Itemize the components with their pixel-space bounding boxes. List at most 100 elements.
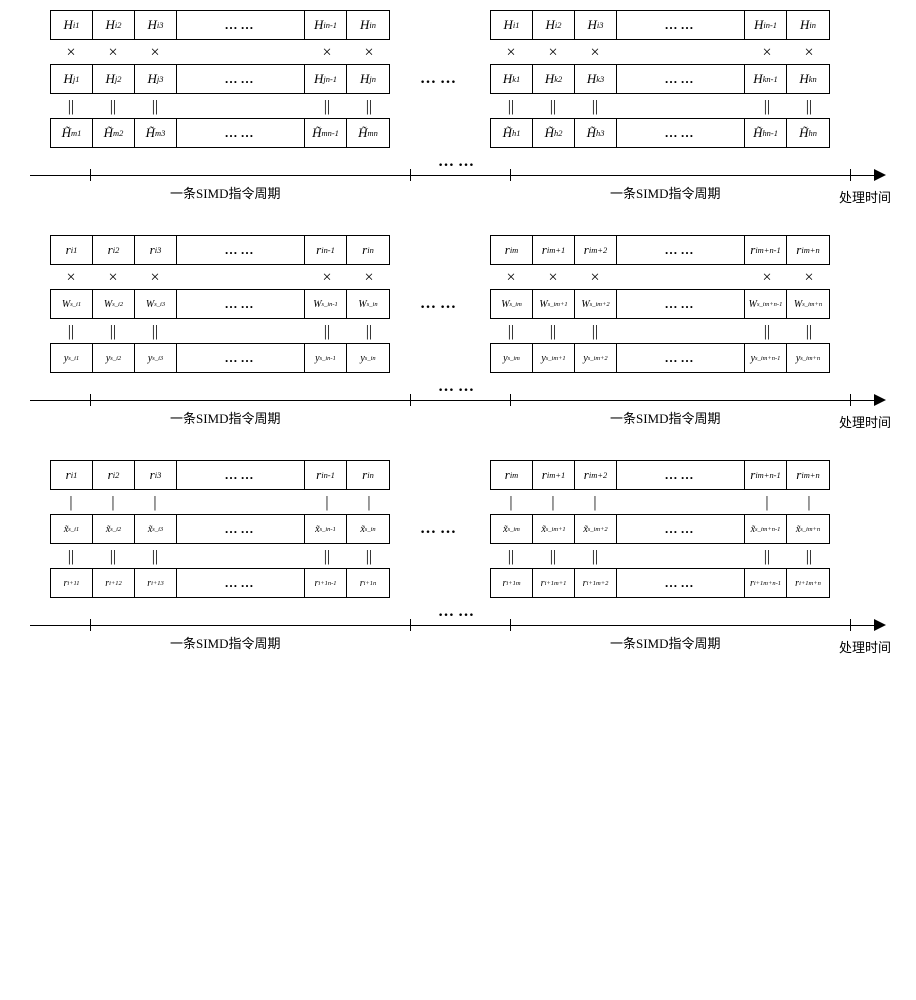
data-cell: ri+13 <box>135 569 177 597</box>
data-cell: Hkn <box>787 65 829 93</box>
axis-label: 处理时间 <box>839 187 891 206</box>
data-cell: rin-1 <box>305 236 347 264</box>
operator-symbol: || <box>92 548 134 566</box>
operator-row: ××××× <box>50 42 390 64</box>
operator-symbol: || <box>788 323 830 341</box>
dots-cell: …… <box>617 290 745 318</box>
data-cell: x̃s_in-1 <box>305 515 347 543</box>
data-cell: Ws_im+2 <box>575 290 617 318</box>
row-pair: Hi1Hi2Hi3……Hin-1Hin×××××Hj1Hj2Hj3……Hjn-1… <box>10 10 906 150</box>
operator-symbol: || <box>574 98 616 116</box>
data-cell: Hk2 <box>533 65 575 93</box>
data-cell: Hi2 <box>533 11 575 39</box>
block-right: Hi1Hi2Hi3……Hin-1Hin×××××Hk1Hk2Hk3……Hkn-1… <box>490 10 830 150</box>
timeline-line <box>30 175 876 176</box>
block-left: ri1ri2ri3……rin-1rin|||||x̃s_i1x̃s_i2x̃s_… <box>50 460 390 600</box>
timeline-tick <box>850 169 851 181</box>
timeline-line <box>30 625 876 626</box>
operator-row: ××××× <box>50 267 390 289</box>
data-cell: rin <box>347 461 389 489</box>
data-row: rimrim+1rim+2……rim+n-1rim+n <box>490 460 830 490</box>
data-cell: x̃s_im+n-1 <box>745 515 787 543</box>
data-cell: H̃m2 <box>93 119 135 147</box>
dots-cell: …… <box>617 11 745 39</box>
dots-cell: …… <box>177 344 305 372</box>
operator-symbol: × <box>490 269 532 287</box>
operator-symbol: || <box>134 323 176 341</box>
dots-cell: …… <box>617 119 745 147</box>
section-0: Hi1Hi2Hi3……Hin-1Hin×××××Hj1Hj2Hj3……Hjn-1… <box>10 10 906 195</box>
data-cell: Hi2 <box>93 11 135 39</box>
data-cell: rim+1 <box>533 236 575 264</box>
operator-row: |||||||||| <box>50 96 390 118</box>
data-cell: Hin-1 <box>745 11 787 39</box>
data-row: ri1ri2ri3……rin-1rin <box>50 235 390 265</box>
operator-row: |||||||||| <box>490 96 830 118</box>
axis-label: 处理时间 <box>839 412 891 431</box>
block-right: rimrim+1rim+2……rim+n-1rim+n|||||x̃s_imx̃… <box>490 460 830 600</box>
operator-symbol: × <box>574 269 616 287</box>
data-cell: rim+1 <box>533 461 575 489</box>
data-cell: H̃m1 <box>51 119 93 147</box>
operator-symbol: × <box>50 44 92 62</box>
data-cell: Ws_im+n-1 <box>745 290 787 318</box>
data-row: Hj1Hj2Hj3……Hjn-1Hjn <box>50 64 390 94</box>
data-cell: ys_im <box>491 344 533 372</box>
operator-symbol: || <box>490 323 532 341</box>
operator-symbol: || <box>134 98 176 116</box>
operator-symbol: || <box>348 98 390 116</box>
data-cell: ri+1m+2 <box>575 569 617 597</box>
operator-row: ××××× <box>490 42 830 64</box>
block-left: ri1ri2ri3……rin-1rin×××××Ws_i1Ws_i2Ws_i3…… <box>50 235 390 375</box>
data-cell: Hi3 <box>135 11 177 39</box>
data-cell: x̃s_im+n <box>787 515 829 543</box>
dots-cell: …… <box>177 119 305 147</box>
data-cell: ri+1m <box>491 569 533 597</box>
arrow-icon <box>874 619 886 631</box>
operator-symbol: | <box>306 494 348 512</box>
operator-symbol: || <box>348 323 390 341</box>
data-cell: ys_im+1 <box>533 344 575 372</box>
data-cell: ri+12 <box>93 569 135 597</box>
operator-symbol: × <box>306 269 348 287</box>
data-cell: rim <box>491 236 533 264</box>
operator-symbol: || <box>532 98 574 116</box>
data-cell: x̃s_i1 <box>51 515 93 543</box>
operator-symbol: || <box>574 323 616 341</box>
operator-symbol: || <box>746 548 788 566</box>
data-cell: Ws_in <box>347 290 389 318</box>
data-cell: Hk1 <box>491 65 533 93</box>
data-cell: x̃s_i3 <box>135 515 177 543</box>
data-cell: ri+1m+1 <box>533 569 575 597</box>
operator-symbol: × <box>134 269 176 287</box>
data-cell: x̃s_in <box>347 515 389 543</box>
dots-cell: …… <box>177 461 305 489</box>
operator-symbol: × <box>532 269 574 287</box>
data-cell: rin-1 <box>305 461 347 489</box>
operator-symbol: || <box>788 98 830 116</box>
operator-symbol: × <box>92 44 134 62</box>
data-cell: Hj1 <box>51 65 93 93</box>
timeline: …… 一条SIMD指令周期 一条SIMD指令周期 处理时间 <box>30 390 886 420</box>
data-cell: rim+2 <box>575 236 617 264</box>
timeline: …… 一条SIMD指令周期 一条SIMD指令周期 处理时间 <box>30 165 886 195</box>
data-cell: rim+n <box>787 236 829 264</box>
data-cell: Ws_i1 <box>51 290 93 318</box>
data-cell: ys_i1 <box>51 344 93 372</box>
data-cell: H̃m3 <box>135 119 177 147</box>
timeline-dots: …… <box>438 378 478 396</box>
dots-cell: …… <box>617 344 745 372</box>
arrow-icon <box>874 394 886 406</box>
data-cell: ri+11 <box>51 569 93 597</box>
axis-label: 处理时间 <box>839 637 891 656</box>
data-row: x̃s_imx̃s_im+1x̃s_im+2……x̃s_im+n-1x̃s_im… <box>490 514 830 544</box>
operator-symbol: || <box>50 98 92 116</box>
data-cell: rim+n-1 <box>745 461 787 489</box>
operator-symbol: × <box>788 269 830 287</box>
dots-cell: …… <box>617 515 745 543</box>
data-cell: ys_im+n-1 <box>745 344 787 372</box>
data-row: Ws_imWs_im+1Ws_im+2……Ws_im+n-1Ws_im+n <box>490 289 830 319</box>
data-cell: ri+1m+n-1 <box>745 569 787 597</box>
section-1: ri1ri2ri3……rin-1rin×××××Ws_i1Ws_i2Ws_i3…… <box>10 235 906 420</box>
operator-symbol: × <box>788 44 830 62</box>
